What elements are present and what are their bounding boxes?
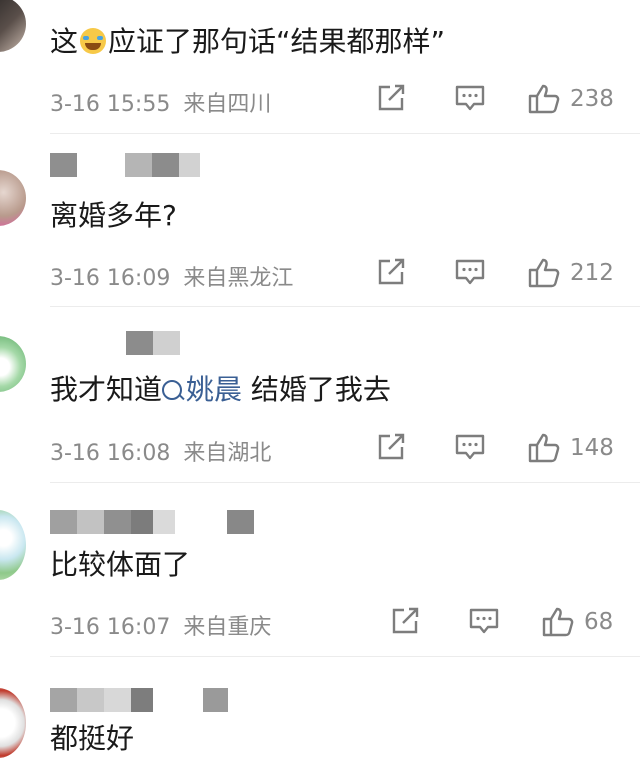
- like-count: 238: [570, 86, 614, 112]
- reply-button[interactable]: [455, 433, 485, 461]
- avatar[interactable]: [0, 336, 26, 392]
- like-count: 212: [570, 260, 614, 286]
- comment-text: 离婚多年?: [50, 199, 177, 232]
- share-icon: [378, 84, 405, 111]
- like-count: 68: [584, 609, 614, 635]
- like-count: 148: [570, 435, 614, 461]
- like-icon: [528, 84, 560, 114]
- username-blurred[interactable]: [126, 331, 180, 355]
- username-blurred[interactable]: [50, 153, 200, 177]
- share-button[interactable]: [376, 84, 406, 112]
- share-button[interactable]: [390, 607, 420, 635]
- like-icon: [528, 433, 560, 463]
- comment-meta: 3-16 16:07 来自重庆: [50, 609, 271, 641]
- comment-time: 3-16 16:07: [50, 615, 171, 640]
- reply-button[interactable]: [455, 258, 485, 286]
- search-icon: [162, 380, 183, 400]
- share-button[interactable]: [376, 433, 406, 461]
- comment-text: 都挺好: [50, 722, 135, 755]
- divider: [50, 656, 640, 657]
- like-button[interactable]: 212: [528, 258, 614, 288]
- topic-mention-link[interactable]: 姚晨: [162, 373, 242, 406]
- comment-time: 3-16 16:09: [50, 266, 171, 291]
- comment-time: 3-16 15:55: [50, 92, 171, 117]
- reply-button[interactable]: [455, 84, 485, 112]
- comment-actions: 238: [376, 84, 636, 116]
- share-icon: [378, 433, 405, 460]
- comment-icon: [469, 608, 499, 634]
- like-button[interactable]: 238: [528, 84, 614, 114]
- like-button[interactable]: 148: [528, 433, 614, 463]
- comment-location: 来自重庆: [183, 615, 272, 640]
- divider: [50, 133, 640, 134]
- share-icon: [378, 258, 405, 285]
- comment-actions: 212: [376, 258, 636, 290]
- comment-text: 我才知道 姚晨 结婚了我去: [50, 373, 391, 406]
- comment-meta: 3-16 15:55 来自四川: [50, 86, 271, 118]
- comment-location: 来自黑龙江: [183, 266, 294, 291]
- share-button[interactable]: [376, 258, 406, 286]
- like-button[interactable]: 68: [542, 607, 613, 637]
- comment-actions: 68: [390, 607, 636, 639]
- comment-meta: 3-16 16:09 来自黑龙江: [50, 260, 293, 292]
- comment-icon: [455, 85, 485, 111]
- comment-text: 这应证了那句话“结果都那样”: [50, 25, 446, 58]
- share-icon: [392, 607, 419, 634]
- laugh-cry-emoji-icon: [80, 28, 107, 54]
- like-icon: [528, 258, 560, 288]
- avatar[interactable]: [0, 170, 26, 226]
- comment-meta: 3-16 16:08 来自湖北: [50, 435, 271, 467]
- username-blurred[interactable]: [50, 688, 228, 712]
- divider: [50, 482, 640, 483]
- reply-button[interactable]: [469, 607, 499, 635]
- comment-text: 比较体面了: [50, 548, 191, 581]
- avatar[interactable]: [0, 0, 26, 52]
- comment-time: 3-16 16:08: [50, 441, 171, 466]
- avatar[interactable]: [0, 688, 26, 758]
- comment-icon: [455, 259, 485, 285]
- username-blurred[interactable]: [50, 510, 254, 534]
- like-icon: [542, 607, 574, 637]
- avatar[interactable]: [0, 510, 26, 580]
- comment-location: 来自四川: [183, 92, 272, 117]
- comment-actions: 148: [376, 433, 636, 465]
- comment-icon: [455, 434, 485, 460]
- divider: [50, 306, 640, 307]
- comment-location: 来自湖北: [183, 441, 272, 466]
